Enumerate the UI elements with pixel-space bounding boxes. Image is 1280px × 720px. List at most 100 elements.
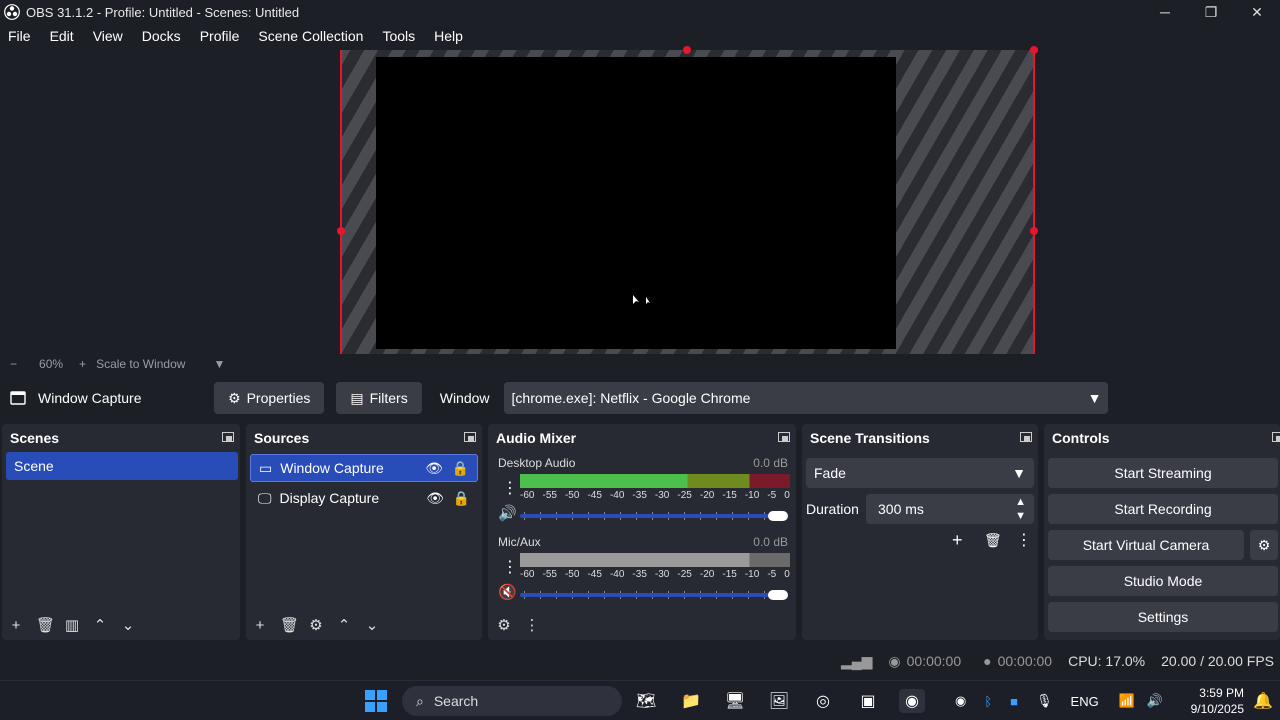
- channel-db: 0.0 dB: [753, 456, 788, 470]
- menu-tools[interactable]: Tools: [382, 28, 415, 44]
- app-tray-icon[interactable]: ■: [1010, 694, 1018, 709]
- muted-speaker-icon[interactable]: 🔇: [498, 583, 517, 601]
- wifi-icon[interactable]: 📶: [1119, 693, 1135, 709]
- chrome-icon[interactable]: ◎: [810, 689, 836, 713]
- language-indicator[interactable]: ENG: [1071, 694, 1099, 709]
- advanced-audio-gear-icon[interactable]: ⚙: [496, 616, 512, 634]
- menu-bar: File Edit View Docks Profile Scene Colle…: [0, 24, 1280, 48]
- sources-title: Sources: [254, 430, 310, 446]
- app-icon-2[interactable]: ▣: [855, 689, 881, 713]
- meter-scale: -60 -55 -50 -45 -40 -35 -30 -25 -20 -15 -10 -5 0: [520, 490, 790, 501]
- filters-button[interactable]: ▤ Filters: [336, 382, 422, 414]
- windows-start-icon[interactable]: [363, 689, 389, 713]
- add-icon[interactable]: +: [252, 617, 268, 634]
- source-item-window-capture[interactable]: ▭ Window Capture 👁 🔒: [250, 454, 478, 482]
- menu-profile[interactable]: Profile: [200, 28, 240, 44]
- resize-handle-top[interactable]: [683, 46, 691, 54]
- chevron-up-icon[interactable]: ▲: [1015, 496, 1026, 508]
- bluetooth-icon[interactable]: ᛒ: [984, 694, 992, 709]
- meter-scale: -60 -55 -50 -45 -40 -35 -30 -25 -20 -15 -10 -5 0: [520, 569, 790, 580]
- restore-button[interactable]: ❐: [1188, 0, 1234, 24]
- preview-canvas[interactable]: [0, 46, 1280, 354]
- eye-icon[interactable]: 👁: [426, 490, 444, 507]
- microphone-icon[interactable]: 🎙: [1036, 693, 1053, 709]
- window-select[interactable]: [chrome.exe]: Netflix - Google Chrome ▼: [503, 382, 1108, 414]
- undock-icon[interactable]: [222, 432, 234, 442]
- volume-slider[interactable]: [520, 593, 786, 597]
- move-down-icon[interactable]: ⌄: [364, 616, 380, 634]
- record-icon: ●: [983, 653, 992, 669]
- undock-icon[interactable]: [1020, 432, 1032, 442]
- clock[interactable]: 3:59 PM 9/10/2025: [1191, 685, 1244, 717]
- source-bounds-left[interactable]: [340, 50, 342, 354]
- notification-bell-icon[interactable]: 🔔: [1250, 689, 1276, 713]
- trash-icon[interactable]: 🗑: [984, 532, 1002, 549]
- more-options-icon[interactable]: ⋮: [502, 478, 518, 498]
- filter-icon[interactable]: ▥: [64, 616, 80, 634]
- menu-edit[interactable]: Edit: [50, 28, 74, 44]
- zoom-out-button[interactable]: −: [10, 357, 17, 371]
- settings-button[interactable]: Settings: [1048, 602, 1278, 632]
- move-up-icon[interactable]: ⌃: [336, 616, 352, 634]
- add-icon[interactable]: +: [8, 617, 24, 634]
- resize-handle-left[interactable]: [337, 227, 345, 235]
- menu-scene-collection[interactable]: Scene Collection: [258, 28, 363, 44]
- menu-view[interactable]: View: [93, 28, 123, 44]
- app-icon[interactable]: 🖥: [722, 689, 748, 713]
- more-options-icon[interactable]: ⋮: [1016, 530, 1032, 550]
- window-label: Window: [439, 390, 490, 406]
- duration-stepper[interactable]: 300 ms ▲ ▼: [866, 494, 1034, 524]
- source-item-display-capture[interactable]: 🖵 Display Capture 👁 🔒: [250, 484, 478, 512]
- start-virtual-camera-button[interactable]: Start Virtual Camera: [1048, 530, 1244, 560]
- menu-docks[interactable]: Docks: [142, 28, 181, 44]
- lock-icon[interactable]: 🔒: [453, 490, 470, 507]
- menu-file[interactable]: File: [8, 28, 31, 44]
- volume-slider[interactable]: [520, 514, 786, 518]
- resize-handle-right[interactable]: [1030, 227, 1038, 235]
- more-options-icon[interactable]: ⋮: [502, 557, 518, 577]
- move-down-icon[interactable]: ⌄: [120, 616, 136, 634]
- lock-icon[interactable]: 🔒: [452, 460, 469, 477]
- volume-slider-knob[interactable]: [768, 590, 788, 600]
- undock-icon[interactable]: [464, 432, 476, 442]
- gear-icon: ⚙: [228, 389, 241, 406]
- file-explorer-icon[interactable]: 📁: [678, 689, 704, 713]
- eye-icon[interactable]: 👁: [425, 460, 443, 477]
- undock-icon[interactable]: [1272, 432, 1280, 442]
- taskbar-search[interactable]: ⌕ Search: [402, 686, 622, 716]
- resize-handle-top-right[interactable]: [1030, 46, 1038, 54]
- trash-icon[interactable]: 🗑: [36, 616, 55, 634]
- transition-select[interactable]: Fade ▼: [806, 458, 1034, 488]
- chevron-down-icon[interactable]: ▼: [213, 357, 225, 371]
- search-icon: ⌕: [416, 692, 424, 709]
- scale-mode-label: Scale to Window: [96, 357, 186, 371]
- chevron-down-icon[interactable]: ▼: [1015, 510, 1026, 522]
- undock-icon[interactable]: [778, 432, 790, 442]
- minimize-button[interactable]: ─: [1142, 0, 1188, 24]
- speaker-icon[interactable]: 🔊: [498, 504, 517, 522]
- source-bounds-right[interactable]: [1033, 50, 1035, 354]
- start-streaming-button[interactable]: Start Streaming: [1048, 458, 1278, 488]
- start-recording-button[interactable]: Start Recording: [1048, 494, 1278, 524]
- gear-icon[interactable]: ⚙: [308, 616, 324, 634]
- properties-button[interactable]: ⚙ Properties: [214, 382, 325, 414]
- virtual-camera-gear-icon[interactable]: ⚙: [1250, 530, 1278, 560]
- trash-icon[interactable]: 🗑: [280, 616, 299, 634]
- scene-transitions-dock: Scene Transitions Fade ▼ Duration 300 ms…: [802, 424, 1038, 640]
- close-button[interactable]: ✕: [1234, 0, 1280, 24]
- scene-item[interactable]: Scene: [6, 452, 238, 480]
- obs-tray-icon[interactable]: ◉: [955, 693, 966, 709]
- photos-icon[interactable]: 🖼: [766, 689, 792, 713]
- chevron-down-icon: ▼: [1087, 390, 1102, 406]
- controls-title: Controls: [1052, 430, 1110, 446]
- obs-taskbar-icon[interactable]: ◉: [899, 689, 925, 713]
- volume-icon[interactable]: 🔊: [1147, 693, 1163, 709]
- widgets-icon[interactable]: 🗺: [633, 689, 659, 713]
- move-up-icon[interactable]: ⌃: [92, 616, 108, 634]
- more-options-icon[interactable]: ⋮: [524, 616, 540, 634]
- studio-mode-button[interactable]: Studio Mode: [1048, 566, 1278, 596]
- zoom-in-button[interactable]: +: [79, 357, 86, 371]
- volume-slider-knob[interactable]: [768, 511, 788, 521]
- add-icon[interactable]: +: [952, 530, 963, 551]
- menu-help[interactable]: Help: [434, 28, 463, 44]
